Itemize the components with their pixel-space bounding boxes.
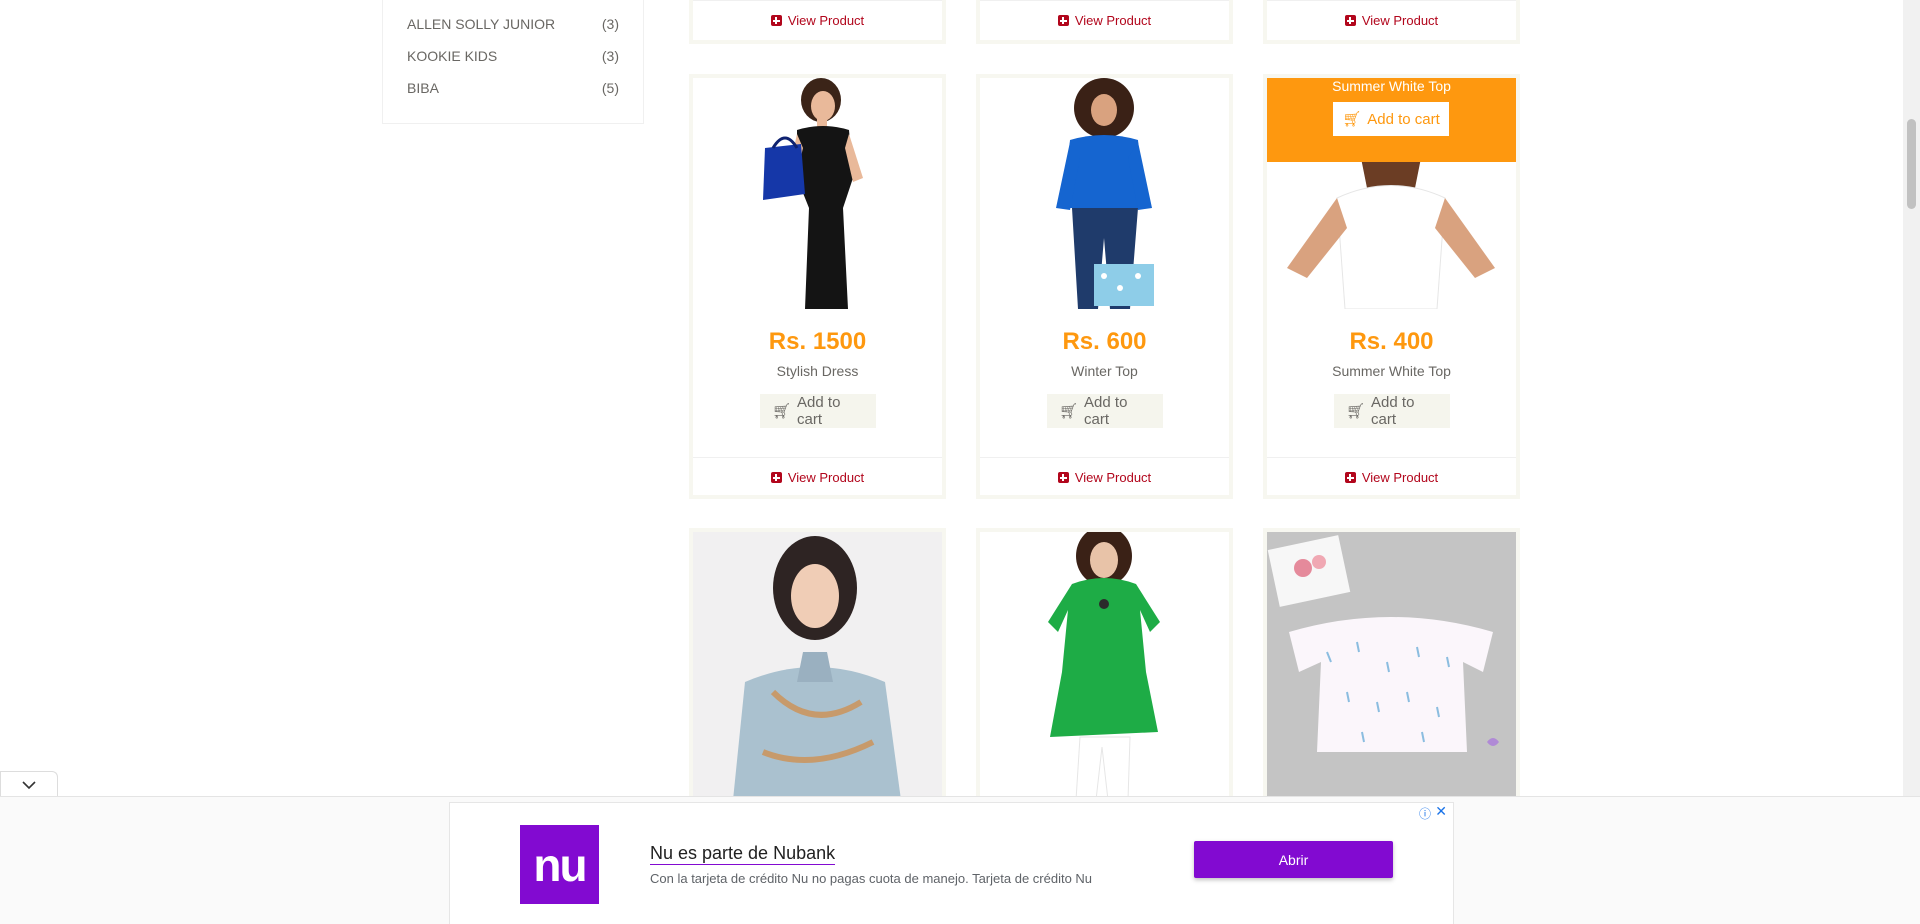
ad-title[interactable]: Nu es parte de Nubank [650,843,836,865]
plus-square-icon [1057,472,1069,483]
view-product-link[interactable]: View Product [1267,0,1516,40]
product-card: View Product [689,0,946,44]
product-card [689,528,946,800]
product-name: Stylish Dress [776,363,859,379]
product-image[interactable] [980,78,1229,309]
product-image[interactable] [980,532,1229,800]
product-price: Rs. 400 [1349,328,1434,355]
brand-item[interactable]: ALLEN SOLLY JUNIOR (3) [407,14,619,34]
product-name: Summer White Top [1332,363,1451,379]
ad-content[interactable]: nu Nu es parte de Nubank Con la tarjeta … [449,802,1454,924]
overlay-product-name: Summer White Top [1332,78,1451,94]
ad-open-button[interactable]: Abrir [1194,841,1393,878]
ad-close-icon[interactable]: ✕ [1435,803,1447,820]
product-hover-overlay: Summer White Top 🛒︎ Add to cart [1267,78,1516,162]
product-card [976,528,1233,800]
cart-icon: 🛒︎ [1346,403,1366,420]
product-image[interactable] [693,532,942,800]
cart-icon: 🛒︎ [772,403,792,420]
brand-name: ALLEN SOLLY JUNIOR [407,16,556,32]
view-product-link[interactable]: View Product [980,457,1229,497]
brand-count: (3) [601,16,619,32]
product-name: Winter Top [1071,363,1138,379]
nubank-logo[interactable]: nu [520,825,599,904]
add-to-cart-button[interactable]: 🛒︎ Add to cart [1334,394,1450,428]
product-card: Rs. 600 Winter Top 🛒︎ Add to cart View P… [976,74,1233,499]
product-image[interactable] [1267,532,1516,800]
view-product-link[interactable]: View Product [693,0,942,40]
product-image[interactable] [693,78,942,309]
brand-item[interactable]: BIBA (5) [407,78,619,98]
page-scrollbar[interactable] [1903,0,1920,800]
plus-square-icon [770,472,782,483]
product-card: View Product [976,0,1233,44]
product-price: Rs. 600 [1062,328,1147,355]
ad-info-icon[interactable]: ⓘ [1419,805,1431,822]
brands-panel: ALLEN SOLLY JUNIOR (3) KOOKIE KIDS (3) B… [382,0,644,124]
add-to-cart-button[interactable]: 🛒︎ Add to cart [760,394,876,428]
ad-collapse-toggle[interactable] [0,771,58,797]
brand-name: KOOKIE KIDS [407,48,498,64]
plus-square-icon [1344,472,1356,483]
ad-banner: nu Nu es parte de Nubank Con la tarjeta … [0,796,1920,924]
cart-icon: 🛒︎ [1059,403,1079,420]
chevron-down-icon [22,780,36,789]
product-card [1263,528,1520,800]
brand-count: (3) [601,48,619,64]
add-to-cart-button[interactable]: 🛒︎ Add to cart [1047,394,1163,428]
view-product-link[interactable]: View Product [1267,457,1516,497]
brand-name: BIBA [407,80,439,96]
brand-item[interactable]: KOOKIE KIDS (3) [407,46,619,66]
product-price: Rs. 1500 [768,328,867,355]
product-card: Summer White Top 🛒︎ Add to cart Rs. 400 … [1263,74,1520,499]
plus-square-icon [1344,15,1356,26]
view-product-link[interactable]: View Product [980,0,1229,40]
brand-count: (5) [601,80,619,96]
ad-description: Con la tarjeta de crédito Nu no pagas cu… [650,871,1093,886]
view-product-link[interactable]: View Product [693,457,942,497]
plus-square-icon [770,15,782,26]
overlay-add-to-cart-button[interactable]: 🛒︎ Add to cart [1333,102,1449,136]
product-card: View Product [1263,0,1520,44]
scrollbar-thumb[interactable] [1907,119,1916,209]
plus-square-icon [1057,15,1069,26]
product-card: Rs. 1500 Stylish Dress 🛒︎ Add to cart Vi… [689,74,946,499]
cart-icon: 🛒︎ [1342,111,1362,128]
